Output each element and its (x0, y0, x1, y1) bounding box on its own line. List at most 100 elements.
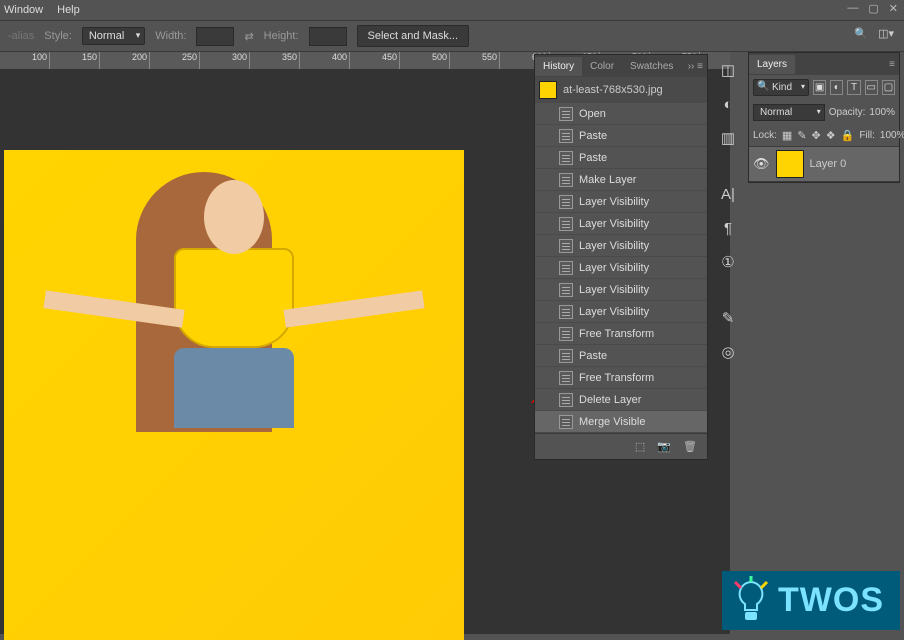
ruler-tick: 450 (350, 52, 400, 69)
filter-adjustment-icon[interactable]: ◐ (830, 80, 843, 95)
minimize-icon[interactable]: — (847, 2, 858, 15)
lock-artboard-icon[interactable]: ❖ (826, 129, 836, 142)
menubar: Window Help (0, 0, 904, 20)
lightbulb-icon (730, 576, 772, 624)
search-icon[interactable]: 🔍 (854, 27, 868, 40)
layer-filter-row: Kind ▣ ◐ T ▭ ▢ (749, 75, 899, 100)
history-step-icon (559, 129, 573, 143)
layer-thumbnail (776, 150, 804, 178)
swap-icon[interactable]: ⇄ (244, 30, 253, 43)
workspace-icon[interactable]: ◫▾ (878, 27, 894, 40)
lock-transparent-icon[interactable]: ▦ (782, 129, 792, 142)
filter-shape-icon[interactable]: ▭ (865, 80, 878, 95)
ruler-tick: 350 (250, 52, 300, 69)
document-image[interactable] (4, 150, 464, 640)
glyphs-icon[interactable]: ① (718, 252, 738, 272)
panel-tabs: History Color Swatches ›› ≡ (535, 55, 707, 77)
history-step-icon (559, 371, 573, 385)
history-item-free-transform[interactable]: Free Transform (535, 367, 707, 389)
history-item-layer-visibility[interactable]: Layer Visibility (535, 257, 707, 279)
history-step-label: Free Transform (579, 372, 654, 384)
clone-source-icon[interactable]: ◎ (718, 342, 738, 362)
filter-smart-icon[interactable]: ▢ (882, 80, 895, 95)
lock-all-icon[interactable]: 🔒 (841, 129, 855, 142)
history-item-delete-layer[interactable]: Delete Layer (535, 389, 707, 411)
layer-visibility-icon[interactable]: 👁 (753, 156, 770, 172)
history-step-icon (559, 349, 573, 363)
history-footer: ⬚ 📷 🗑 (535, 433, 707, 459)
character-icon[interactable]: A| (718, 184, 738, 204)
delete-state-icon[interactable]: 🗑 (683, 440, 697, 453)
history-step-icon (559, 239, 573, 253)
history-step-label: Layer Visibility (579, 306, 649, 318)
tab-swatches[interactable]: Swatches (622, 57, 681, 76)
new-document-from-state-icon[interactable]: ⬚ (635, 440, 645, 453)
document-thumbnail (539, 81, 557, 99)
history-step-icon (559, 283, 573, 297)
history-item-open[interactable]: Open (535, 103, 707, 125)
height-field[interactable] (309, 27, 347, 46)
history-step-icon (559, 107, 573, 121)
lock-position-icon[interactable]: ✥ (812, 129, 821, 142)
opacity-value[interactable]: 100% (869, 107, 895, 118)
history-item-merge-visible[interactable]: Merge Visible (535, 411, 707, 433)
tab-color[interactable]: Color (582, 57, 622, 76)
panel-menu-icon[interactable]: ≡ (889, 59, 895, 70)
history-item-make-layer[interactable]: Make Layer (535, 169, 707, 191)
history-item-layer-visibility[interactable]: Layer Visibility (535, 301, 707, 323)
ruler-tick: 150 (50, 52, 100, 69)
history-item-paste[interactable]: Paste (535, 345, 707, 367)
filter-pixel-icon[interactable]: ▣ (813, 80, 826, 95)
history-step-icon (559, 327, 573, 341)
history-item-layer-visibility[interactable]: Layer Visibility (535, 279, 707, 301)
lock-image-icon[interactable]: ✎ (797, 129, 806, 142)
history-step-icon (559, 151, 573, 165)
history-item-paste[interactable]: Paste (535, 147, 707, 169)
libraries-icon[interactable]: ▥ (718, 128, 738, 148)
new-snapshot-icon[interactable]: 📷 (657, 440, 671, 453)
select-and-mask-button[interactable]: Select and Mask... (357, 25, 470, 47)
history-step-label: Paste (579, 350, 607, 362)
style-dropdown[interactable]: Normal (82, 27, 145, 45)
brush-settings-icon[interactable]: ✎ (718, 308, 738, 328)
history-item-layer-visibility[interactable]: Layer Visibility (535, 191, 707, 213)
ruler-tick: 400 (300, 52, 350, 69)
layer-blend-row: Normal Opacity: 100% (749, 100, 899, 125)
ruler-tick: 250 (150, 52, 200, 69)
history-step-label: Layer Visibility (579, 240, 649, 252)
history-step-label: Merge Visible (579, 416, 645, 428)
width-field[interactable] (196, 27, 234, 46)
height-label: Height: (264, 30, 299, 42)
color-icon[interactable]: ◐ (718, 94, 738, 114)
history-panel: History Color Swatches ›› ≡ at-least-768… (534, 54, 708, 460)
layer-row[interactable]: 👁 Layer 0 (749, 146, 899, 182)
branding-text: TWOS (778, 581, 884, 619)
panel-tabs: Layers ≡ (749, 53, 899, 75)
pin-icon[interactable]: ◫ (718, 60, 738, 80)
history-step-label: Paste (579, 152, 607, 164)
filter-kind-dropdown[interactable]: Kind (753, 79, 809, 96)
filter-type-icon[interactable]: T (847, 80, 860, 95)
tab-history[interactable]: History (535, 57, 582, 76)
history-item-free-transform[interactable]: Free Transform (535, 323, 707, 345)
history-item-layer-visibility[interactable]: Layer Visibility (535, 235, 707, 257)
close-icon[interactable]: ✕ (889, 2, 898, 15)
fill-value[interactable]: 100% (880, 130, 904, 141)
history-step-label: Paste (579, 130, 607, 142)
history-step-icon (559, 173, 573, 187)
fill-label: Fill: (859, 130, 875, 141)
history-step-label: Delete Layer (579, 394, 641, 406)
tab-layers[interactable]: Layers (749, 55, 795, 74)
history-document-row[interactable]: at-least-768x530.jpg (535, 77, 707, 103)
menu-window[interactable]: Window (4, 4, 43, 16)
antialias-label: -alias (8, 30, 34, 42)
blend-mode-dropdown[interactable]: Normal (753, 104, 825, 121)
panel-menu-icon[interactable]: ›› ≡ (688, 61, 703, 72)
style-label: Style: (44, 30, 72, 42)
history-item-paste[interactable]: Paste (535, 125, 707, 147)
paragraph-icon[interactable]: ¶ (718, 218, 738, 238)
maximize-icon[interactable]: ▢ (868, 2, 878, 15)
ruler-tick: 500 (400, 52, 450, 69)
history-item-layer-visibility[interactable]: Layer Visibility (535, 213, 707, 235)
menu-help[interactable]: Help (57, 4, 80, 16)
